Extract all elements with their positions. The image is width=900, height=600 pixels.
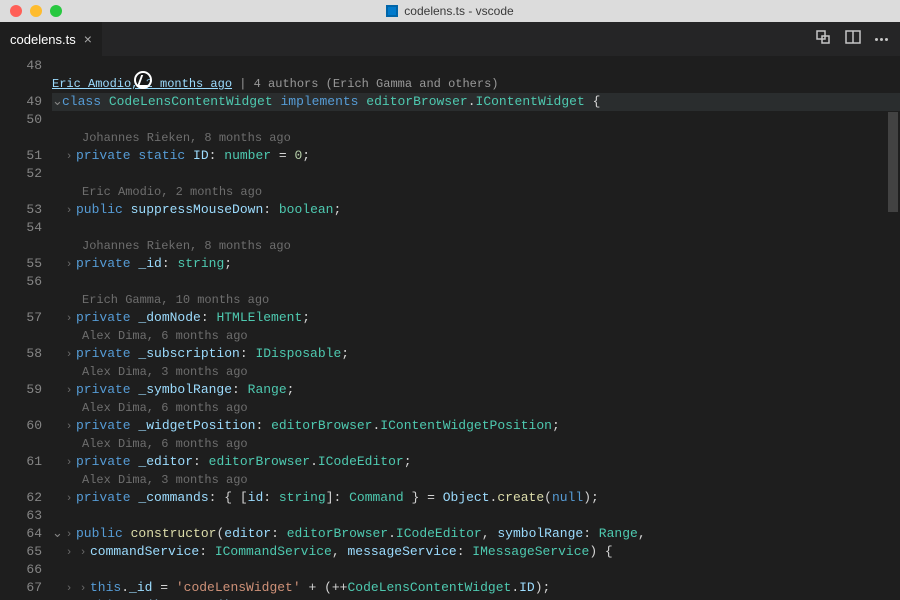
git-blame: Alex Dima, 3 months ago bbox=[52, 471, 900, 489]
window-controls bbox=[0, 5, 62, 17]
git-blame: Johannes Rieken, 8 months ago bbox=[52, 237, 900, 255]
close-window-button[interactable] bbox=[10, 5, 22, 17]
git-blame: Eric Amodio, 2 months ago bbox=[52, 183, 900, 201]
code-line[interactable]: ›private static ID: number = 0; bbox=[52, 147, 900, 165]
git-blame: Johannes Rieken, 8 months ago bbox=[52, 129, 900, 147]
more-actions-icon[interactable] bbox=[875, 38, 888, 41]
close-tab-icon[interactable]: × bbox=[84, 32, 92, 46]
codelens-authors[interactable]: 4 authors (Erich Gamma and others) bbox=[254, 75, 499, 93]
split-editor-icon[interactable] bbox=[845, 29, 861, 50]
git-blame: Alex Dima, 6 months ago bbox=[52, 399, 900, 417]
line-number-gutter: 48 49 50 51 52 53 54 55 56 57 58 59 60 6… bbox=[0, 57, 48, 600]
minimize-window-button[interactable] bbox=[30, 5, 42, 17]
scrollbar-thumb[interactable] bbox=[888, 112, 898, 212]
code-line[interactable]: ›private _domNode: HTMLElement; bbox=[52, 309, 900, 327]
code-line[interactable]: ›public suppressMouseDown: boolean; bbox=[52, 201, 900, 219]
tab-label: codelens.ts bbox=[10, 32, 76, 47]
editor-actions bbox=[815, 22, 900, 56]
code-line[interactable]: ››commandService: ICommandService, messa… bbox=[52, 543, 900, 561]
vscode-icon bbox=[386, 5, 398, 17]
git-blame: Erich Gamma, 10 months ago bbox=[52, 291, 900, 309]
compare-icon[interactable] bbox=[815, 29, 831, 50]
git-blame: Alex Dima, 3 months ago bbox=[52, 363, 900, 381]
codelens-row: Eric Amodio, 2 months ago | 4 authors (E… bbox=[52, 75, 900, 93]
code-line[interactable]: ›private _id: string; bbox=[52, 255, 900, 273]
code-line[interactable]: ›private _symbolRange: Range; bbox=[52, 381, 900, 399]
code-line[interactable]: ⌄class CodeLensContentWidget implements … bbox=[52, 93, 900, 111]
window-titlebar: codelens.ts - vscode bbox=[0, 0, 900, 22]
code-line[interactable]: ›private _commands: { [id: string]: Comm… bbox=[52, 489, 900, 507]
code-line[interactable]: ⌄›public constructor(editor: editorBrows… bbox=[52, 525, 900, 543]
code-line[interactable]: ›private _editor: editorBrowser.ICodeEdi… bbox=[52, 453, 900, 471]
code-line[interactable]: ›private _widgetPosition: editorBrowser.… bbox=[52, 417, 900, 435]
editor[interactable]: 48 49 50 51 52 53 54 55 56 57 58 59 60 6… bbox=[0, 57, 900, 600]
zoom-window-button[interactable] bbox=[50, 5, 62, 17]
git-blame: Alex Dima, 6 months ago bbox=[52, 327, 900, 345]
tab-codelens[interactable]: codelens.ts × bbox=[0, 22, 103, 56]
editor-tabbar: codelens.ts × bbox=[0, 22, 900, 57]
code-line[interactable]: ›private _subscription: IDisposable; bbox=[52, 345, 900, 363]
window-title: codelens.ts - vscode bbox=[404, 4, 513, 18]
code-line[interactable]: ››this._id = 'codeLensWidget' + (++CodeL… bbox=[52, 579, 900, 597]
git-blame: Alex Dima, 6 months ago bbox=[52, 435, 900, 453]
code-area[interactable]: Eric Amodio, 2 months ago | 4 authors (E… bbox=[48, 57, 900, 600]
codelens-author-link[interactable]: Eric Amodio, 2 months ago bbox=[52, 75, 232, 93]
